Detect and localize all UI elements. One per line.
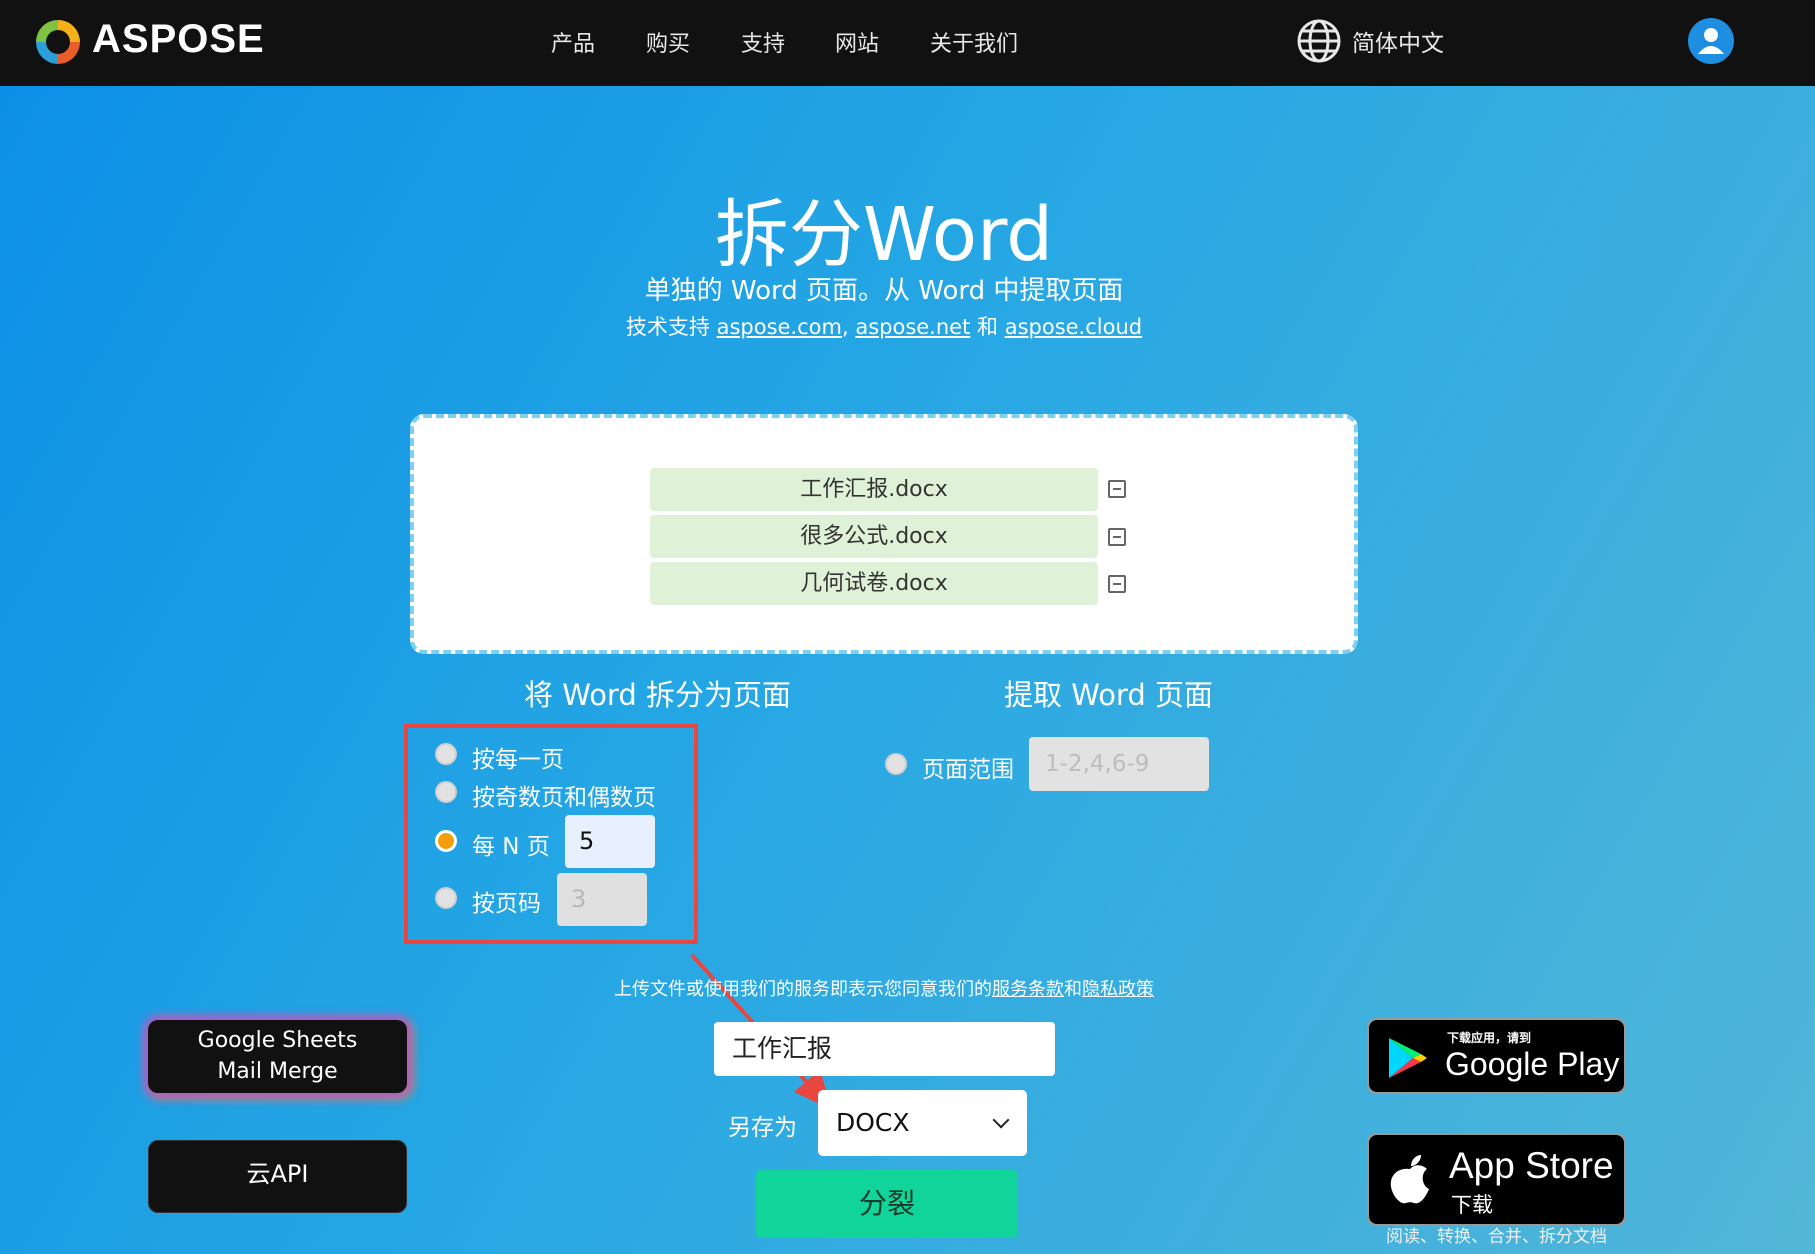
privacy-policy-link[interactable]: 隐私政策 [1082,979,1154,1000]
google-play-badge[interactable]: 下载应用，请到 Google Play [1367,1018,1626,1094]
app-caption: 阅读、转换、合并、拆分文档 [1386,1227,1607,1247]
google-play-text: Google Play [1445,1046,1620,1082]
google-sheets-mail-merge-button[interactable]: Google Sheets Mail Merge [148,1020,407,1093]
gs-line2: Mail Merge [217,1059,338,1084]
terms-of-service-link[interactable]: 服务条款 [992,979,1064,1000]
app-store-badge[interactable]: App Store 下载 [1367,1133,1626,1226]
gs-line1: Google Sheets [197,1028,358,1053]
cloud-api-button[interactable]: 云API [148,1140,407,1213]
google-play-small-text: 下载应用，请到 [1447,1031,1532,1045]
split-button[interactable]: 分裂 [756,1170,1018,1238]
format-select[interactable]: DOCX [818,1090,1027,1156]
terms-notice: 上传文件或使用我们的服务即表示您同意我们的服务条款和隐私政策 [0,975,1768,1001]
save-as-label: 另存为 [728,1115,797,1141]
google-play-icon [1389,1038,1427,1078]
chevron-down-icon [992,1111,1010,1129]
app-store-text: App Store [1449,1145,1614,1186]
terms-and: 和 [1064,979,1082,1000]
terms-prefix: 上传文件或使用我们的服务即表示您同意我们的 [614,979,992,1000]
app-store-small-text: 下载 [1451,1193,1493,1217]
output-filename-input[interactable]: 工作汇报 [714,1022,1055,1076]
format-value: DOCX [836,1108,910,1137]
apple-icon [1390,1155,1429,1204]
